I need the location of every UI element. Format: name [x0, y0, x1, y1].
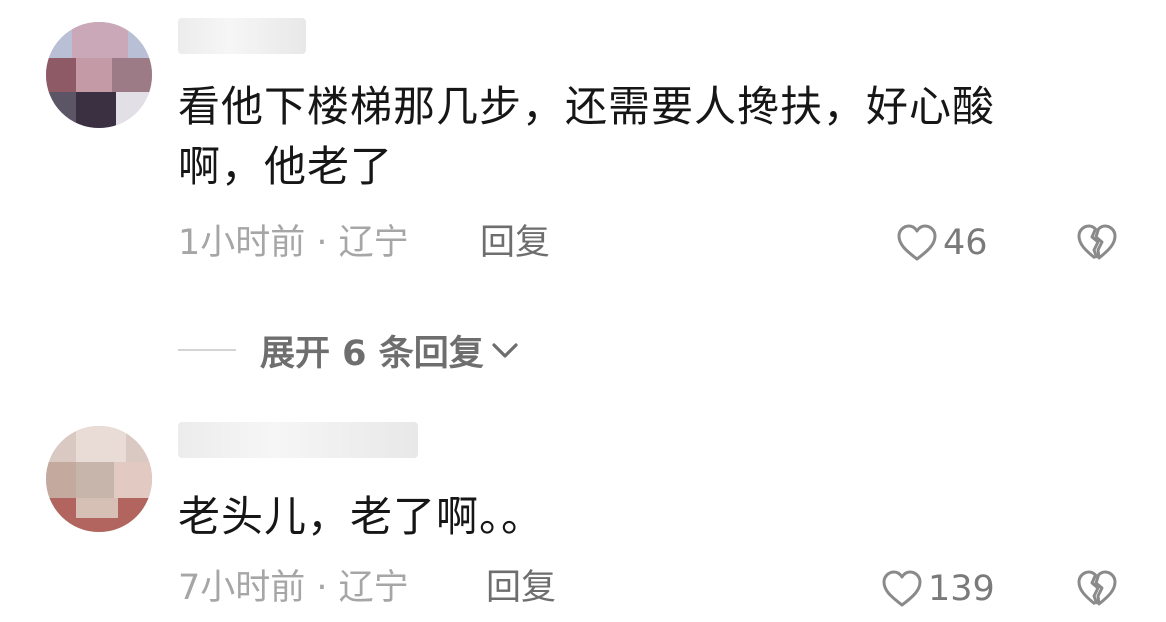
avatar[interactable]: [46, 22, 152, 128]
comment-text: 看他下楼梯那几步，还需要人搀扶，好心酸: [178, 82, 996, 131]
avatar[interactable]: [46, 426, 152, 532]
dislike-button[interactable]: [1075, 222, 1119, 268]
like-button[interactable]: 139: [880, 568, 995, 610]
comment-meta: 1小时前 · 辽宁: [178, 223, 409, 263]
broken-heart-icon: [1077, 224, 1117, 260]
like-button[interactable]: 46: [895, 222, 988, 264]
username[interactable]: [178, 18, 306, 54]
heart-outline-icon: [897, 224, 937, 261]
comment-text: 啊，他老了: [178, 142, 394, 191]
reply-button[interactable]: 回复: [486, 568, 556, 608]
username[interactable]: [178, 422, 418, 458]
like-count: 46: [943, 223, 988, 263]
dislike-button[interactable]: [1075, 568, 1119, 614]
chevron-down-icon: [492, 343, 518, 358]
like-count: 139: [928, 569, 995, 609]
divider: [178, 349, 236, 351]
comment-meta: 7小时前 · 辽宁: [178, 568, 409, 608]
heart-outline-icon: [882, 570, 922, 607]
expand-replies-button[interactable]: 展开 6 条回复: [178, 327, 520, 374]
reply-button[interactable]: 回复: [480, 223, 550, 263]
broken-heart-icon: [1077, 570, 1117, 606]
comment-text: 老头儿，老了啊。。: [178, 492, 545, 541]
expand-replies-label: 展开 6 条回复: [260, 333, 484, 374]
